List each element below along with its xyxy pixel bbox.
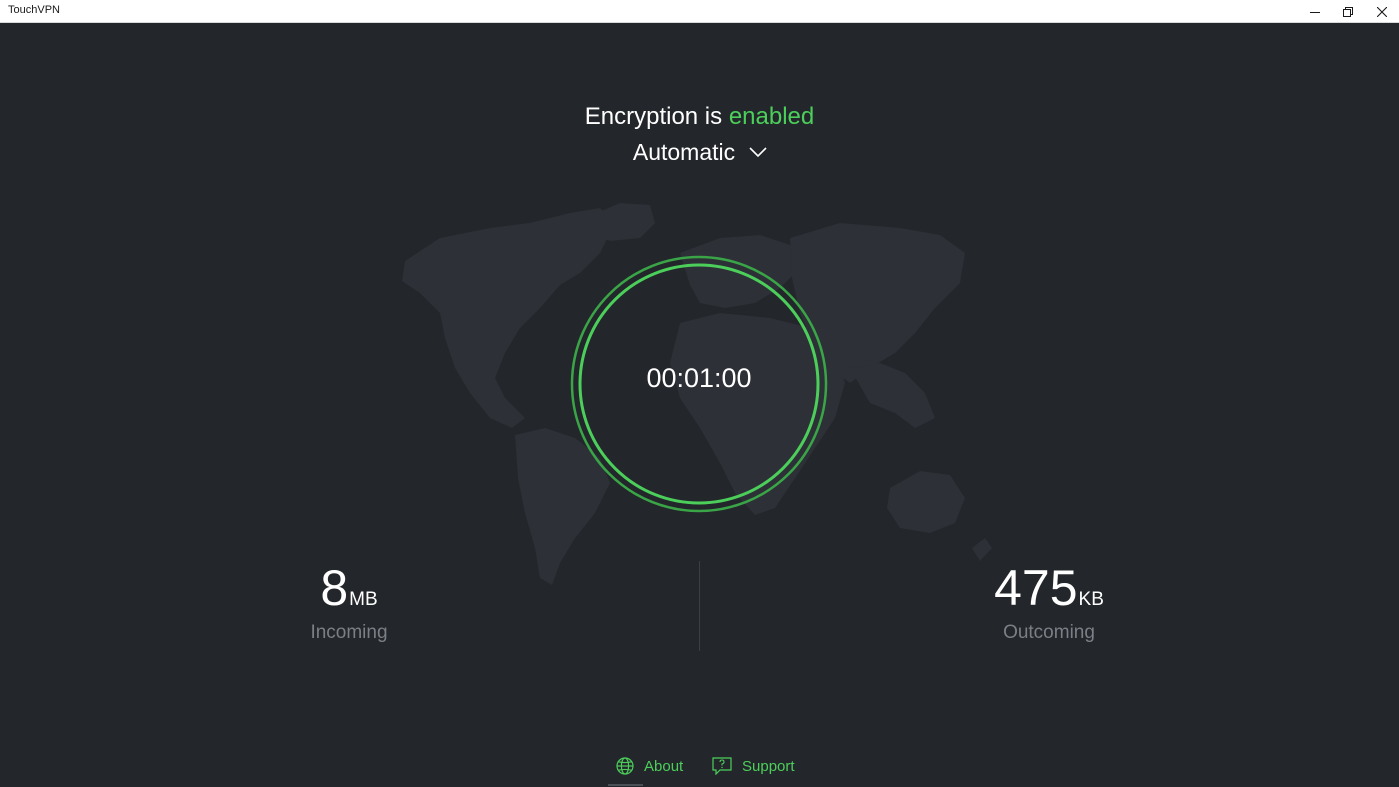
encryption-status: Encryption is enabled	[0, 103, 1399, 131]
outgoing-unit: KB	[1078, 589, 1104, 610]
encryption-status-text: Encryption is	[584, 103, 729, 130]
vpn-dashboard: Encryption is enabled Automatic 00:01:00…	[0, 23, 1399, 787]
nav-about[interactable]: About	[608, 745, 688, 787]
nav-about-label: About	[644, 757, 684, 775]
chevron-down-icon	[749, 147, 767, 158]
close-icon	[1377, 6, 1387, 17]
app-title: TouchVPN	[8, 4, 60, 16]
incoming-label: Incoming	[310, 622, 388, 643]
connection-mode-label: Automatic	[632, 138, 736, 165]
bottom-nav: About Support	[0, 745, 1399, 787]
globe-icon	[616, 757, 634, 775]
restore-button[interactable]	[1331, 0, 1365, 23]
nav-selected-indicator	[608, 784, 643, 786]
incoming-value: 8	[320, 560, 349, 616]
outgoing-value: 475	[994, 560, 1078, 616]
chat-question-icon	[712, 757, 732, 775]
close-button[interactable]	[1365, 0, 1399, 23]
incoming-unit: MB	[349, 589, 378, 610]
nav-support[interactable]: Support	[712, 745, 802, 787]
title-bar: TouchVPN	[0, 0, 1399, 23]
outgoing-label: Outcoming	[1003, 622, 1095, 643]
outgoing-stat: 475KB Outcoming	[949, 560, 1149, 644]
connection-mode-dropdown[interactable]: Automatic	[620, 135, 780, 169]
nav-support-label: Support	[742, 757, 795, 775]
minimize-icon	[1310, 11, 1320, 13]
minimize-button[interactable]	[1298, 0, 1332, 23]
encryption-status-state: enabled	[728, 103, 815, 130]
connection-timer: 00:01:00	[646, 363, 752, 393]
incoming-stat: 8MB Incoming	[249, 560, 449, 644]
stats-divider	[699, 561, 700, 651]
restore-icon	[1343, 6, 1353, 17]
